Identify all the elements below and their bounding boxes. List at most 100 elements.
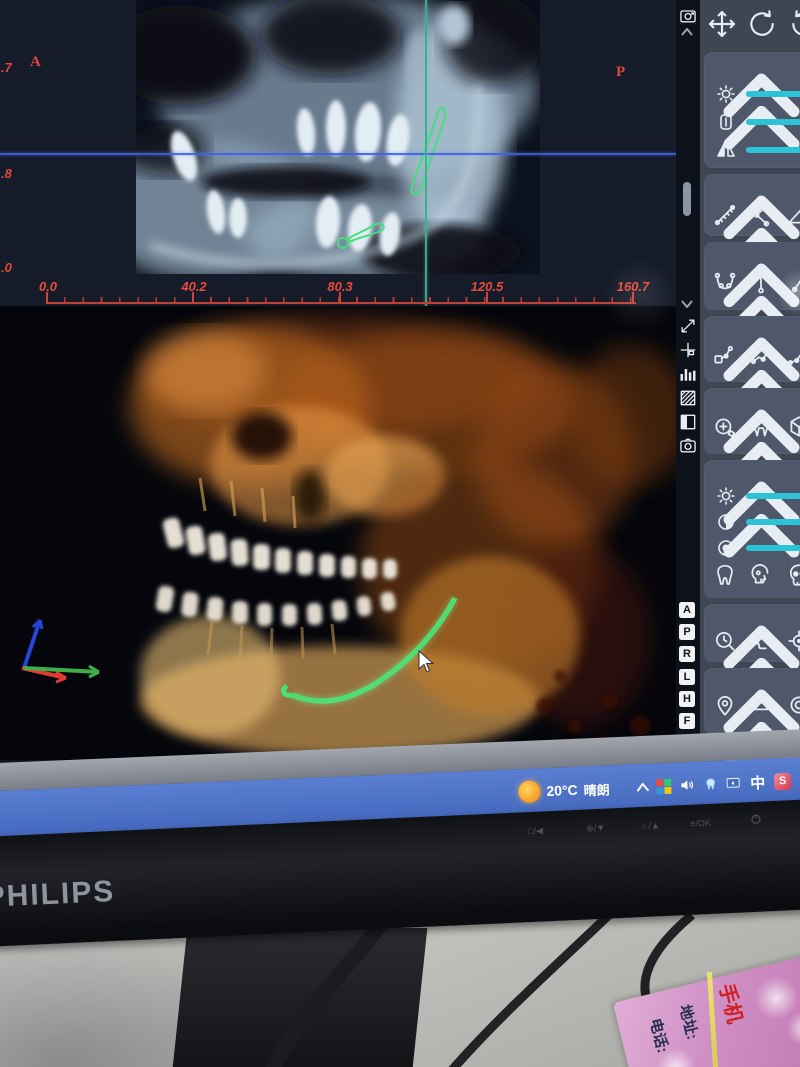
line-slice-diagonal-icon[interactable] <box>786 270 800 296</box>
render-opacity-slider[interactable] <box>746 541 800 555</box>
angle-icon[interactable] <box>748 202 774 228</box>
skull-side-icon[interactable] <box>748 562 774 588</box>
ct-slice-view[interactable] <box>136 0 540 274</box>
brightness-icon <box>714 82 738 106</box>
card-tel-label: 电话: <box>645 1016 674 1055</box>
section-measure: 测量 <box>704 174 800 236</box>
dental-tray-icon[interactable] <box>702 761 719 808</box>
camera-icon[interactable] <box>678 436 698 456</box>
contrast-slider[interactable] <box>746 115 800 129</box>
ruler-tick-label: 0.0 <box>39 279 57 294</box>
mouse-cursor <box>416 650 436 674</box>
contrast-icon <box>714 110 738 134</box>
hidden-icons-chevron[interactable] <box>635 764 650 811</box>
viewport-area: A P .7 .8 .0 0.0 40.2 80.3 120.5 160.7 <box>0 0 676 760</box>
slice-vertical-line[interactable] <box>425 0 427 310</box>
orientation-label-posterior: P <box>616 64 625 81</box>
section-other: 其他 <box>704 604 800 662</box>
antivirus-letter: S <box>774 772 792 790</box>
display-tray-icon[interactable] <box>723 760 743 807</box>
histogram-icon[interactable] <box>678 364 698 384</box>
nerve-edit-icon[interactable] <box>748 342 774 368</box>
distance-icon[interactable] <box>712 202 738 228</box>
contrast-circle-icon <box>714 510 738 534</box>
ruler-tick-label: 160.7 <box>617 279 650 294</box>
pan-icon[interactable] <box>706 8 738 40</box>
section-implant: 种植体 <box>704 388 800 454</box>
nerve-point-icon[interactable] <box>786 342 800 368</box>
brightness-icon <box>714 484 738 508</box>
section-3d-render: 三维渲染 <box>704 460 800 598</box>
scroll-down-icon[interactable] <box>681 300 693 308</box>
rotate-ccw-icon[interactable] <box>746 8 778 40</box>
profile-icon[interactable] <box>750 628 776 654</box>
section-nerve-line: 神经线 <box>704 316 800 382</box>
orientation-label-anterior: A <box>30 54 41 71</box>
ct-slice-image <box>136 0 540 274</box>
split-view-icon[interactable] <box>678 412 698 432</box>
weather-text: 晴朗 <box>583 779 610 799</box>
scrollbar-thumb[interactable] <box>683 182 691 216</box>
rotate-cw-icon[interactable] <box>788 8 800 40</box>
monitor-screen: A P .7 .8 .0 0.0 40.2 80.3 120.5 160.7 <box>0 0 800 852</box>
sun-icon <box>518 780 541 803</box>
section-free-slice: 自由断层 <box>704 242 800 310</box>
rings-icon[interactable] <box>786 692 800 718</box>
scroll-up-icon[interactable] <box>681 28 693 36</box>
cube-icon[interactable] <box>786 414 800 440</box>
ruler-tick-label: 40.2 <box>181 279 206 294</box>
section-center-position: 中心位置 <box>704 668 800 734</box>
render-brightness-slider[interactable] <box>746 489 800 503</box>
ime-badge[interactable]: 中 <box>749 759 766 806</box>
pin-icon[interactable] <box>712 692 738 718</box>
target-icon[interactable] <box>786 628 800 654</box>
weather-widget[interactable]: 20°C 晴朗 <box>517 765 610 815</box>
locate-icon[interactable] <box>678 340 698 360</box>
render-contrast-slider[interactable] <box>746 515 800 529</box>
orientation-cube-h[interactable]: H <box>679 691 695 707</box>
card-phone-label: 手机 <box>714 980 752 1026</box>
section-image-processing: 图像处理 <box>704 52 800 168</box>
antivirus-icon[interactable]: S <box>773 758 792 805</box>
osd-button-input[interactable]: □/◀ <box>528 825 543 837</box>
flip-slider[interactable] <box>746 143 800 157</box>
vertical-ruler-label: .7 <box>1 60 12 75</box>
axis-indicator <box>4 606 104 698</box>
triangle-icon[interactable] <box>786 202 800 228</box>
tooth-icon[interactable] <box>712 562 738 588</box>
orientation-cube-r[interactable]: R <box>679 646 695 662</box>
orientation-cube-f[interactable]: F <box>679 713 695 729</box>
tooth-roots-icon[interactable] <box>748 414 774 440</box>
snapshot-icon[interactable] <box>678 6 698 26</box>
nerve-draw-icon[interactable] <box>712 342 738 368</box>
ruler-baseline <box>46 302 636 304</box>
plane-icon[interactable] <box>750 692 776 718</box>
history-icon[interactable] <box>712 628 738 654</box>
expand-icon[interactable] <box>678 316 698 336</box>
osd-button-brightness[interactable]: ☼/▲ <box>640 820 660 831</box>
card-address-label: 地址: <box>675 1003 704 1042</box>
hatch-icon[interactable] <box>678 388 698 408</box>
ruler-tick-label: 120.5 <box>471 279 504 294</box>
add-implant-icon[interactable] <box>712 414 738 440</box>
osd-button-menu[interactable]: ≡/OK <box>690 818 711 829</box>
volume-icon[interactable] <box>677 762 696 809</box>
orientation-cube-p[interactable]: P <box>679 624 695 640</box>
curve-slice-icon[interactable] <box>712 270 738 296</box>
orientation-cube-a[interactable]: A <box>679 602 695 618</box>
temperature-text: 20°C <box>546 782 578 799</box>
vertical-ruler-label: .8 <box>1 166 12 181</box>
skull-front-icon[interactable] <box>786 562 800 588</box>
side-icon-strip: A P R L H F <box>676 0 700 760</box>
tool-panel: 图像处理 测量 <box>700 0 800 760</box>
orientation-cube-l[interactable]: L <box>679 669 695 685</box>
osd-button-auto[interactable]: ⊕/▼ <box>586 823 605 835</box>
power-button-icon[interactable] <box>750 813 763 826</box>
monitor-brand-logo: PHILIPS <box>0 875 116 915</box>
brightness-slider[interactable] <box>746 87 800 101</box>
vertical-ruler-label: .0 <box>1 260 12 275</box>
photo-of-monitor: A P .7 .8 .0 0.0 40.2 80.3 120.5 160.7 <box>0 0 800 1067</box>
crosshair-horizontal-line[interactable] <box>0 153 676 155</box>
line-slice-vertical-icon[interactable] <box>748 270 774 296</box>
defender-icon[interactable] <box>655 763 672 810</box>
